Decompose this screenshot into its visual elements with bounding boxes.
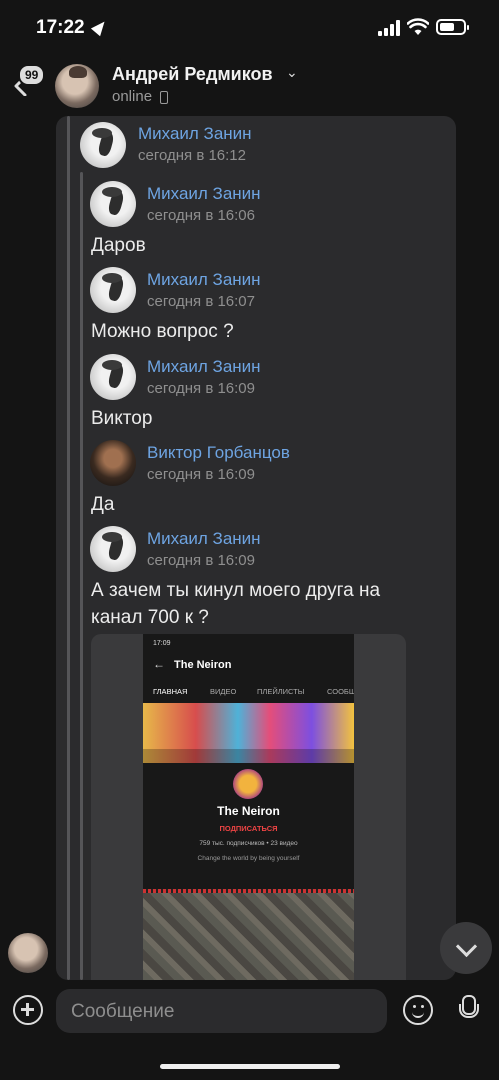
chat-header: 99 Андрей Редмиков ⌄ online [0, 56, 499, 114]
screenshot-channel-name: The Neiron [217, 804, 280, 818]
forward-time: сегодня в 16:12 [138, 147, 246, 164]
avatar[interactable] [80, 122, 126, 168]
screenshot-subscribe: ПОДПИСАТЬСЯ [219, 824, 278, 833]
forward-time: сегодня в 16:07 [147, 293, 255, 310]
screenshot-tab: СООБЩ [327, 687, 354, 696]
add-attachment-icon[interactable] [13, 995, 43, 1025]
back-arrow-icon: ← [153, 657, 165, 671]
emoji-icon[interactable] [403, 995, 433, 1025]
screenshot-tab: ГЛАВНАЯ [153, 687, 188, 696]
channel-avatar [233, 769, 263, 799]
mobile-phone-icon [160, 91, 168, 104]
chevron-down-icon[interactable]: ⌄ [286, 64, 298, 81]
forward-text: А зачем ты кинул моего друга на канал 70… [91, 580, 381, 628]
forward-time: сегодня в 16:06 [147, 207, 255, 224]
scroll-down-button[interactable] [440, 922, 492, 974]
forward-text: Можно вопрос ? [91, 321, 234, 342]
forward-text: Виктор [91, 408, 153, 429]
contact-status: online [112, 88, 153, 105]
forward-text: Даров [91, 235, 146, 256]
status-bar: 17:22 [0, 0, 499, 56]
screenshot-tab: ВИДЕО [210, 687, 237, 696]
forward-author[interactable]: Михаил Занин [147, 270, 261, 290]
contact-name[interactable]: Андрей Редмиков [112, 64, 273, 85]
status-time: 17:22 [36, 17, 85, 38]
screenshot-stats: 759 тыс. подписчиков • 23 видео [199, 840, 298, 847]
forward-text: Да [91, 494, 115, 515]
forward-author[interactable]: Михаил Занин [147, 357, 261, 377]
forward-line [67, 116, 70, 980]
avatar[interactable] [8, 933, 48, 973]
unread-badge: 99 [18, 64, 46, 86]
forward-author[interactable]: Михаил Занин [138, 124, 252, 144]
screenshot-channel-title: The Neiron [174, 659, 232, 671]
screenshot-video-thumbnail [143, 889, 354, 980]
wifi-icon [407, 18, 429, 35]
avatar[interactable] [90, 440, 136, 486]
screenshot-tab: ПЛЕЙЛИСТЫ [257, 687, 305, 696]
forward-time: сегодня в 16:09 [147, 380, 255, 397]
message-input[interactable]: Сообщение [56, 989, 387, 1033]
avatar[interactable] [90, 181, 136, 227]
screenshot-app-bar: ← The Neiron [143, 654, 354, 678]
forward-author[interactable]: Михаил Занин [147, 529, 261, 549]
photo-attachment[interactable]: 17:09 ← The Neiron ГЛАВНАЯ ВИДЕО ПЛЕЙЛИС… [91, 634, 406, 980]
home-indicator [160, 1064, 340, 1069]
forward-time: сегодня в 16:09 [147, 466, 255, 483]
battery-icon [436, 19, 469, 35]
cellular-signal-icon [378, 20, 402, 36]
screenshot-status-time: 17:09 [153, 640, 171, 647]
avatar[interactable] [90, 354, 136, 400]
forward-author[interactable]: Виктор Горбанцов [147, 443, 290, 463]
forward-line-nested [80, 172, 83, 980]
microphone-icon[interactable] [459, 995, 479, 1019]
location-arrow-icon [90, 17, 110, 37]
channel-banner [143, 703, 354, 763]
screenshot-tabs: ГЛАВНАЯ ВИДЕО ПЛЕЙЛИСТЫ СООБЩ [143, 684, 354, 700]
screenshot-image: 17:09 ← The Neiron ГЛАВНАЯ ВИДЕО ПЛЕЙЛИС… [143, 634, 354, 980]
avatar[interactable] [90, 526, 136, 572]
screenshot-slogan: Change the world by being yourself [197, 855, 300, 862]
forward-time: сегодня в 16:09 [147, 552, 255, 569]
avatar[interactable] [55, 64, 99, 108]
forward-author[interactable]: Михаил Занин [147, 184, 261, 204]
avatar[interactable] [90, 267, 136, 313]
message-bubble[interactable]: Михаил Занин сегодня в 16:12 Михаил Зани… [56, 116, 456, 980]
